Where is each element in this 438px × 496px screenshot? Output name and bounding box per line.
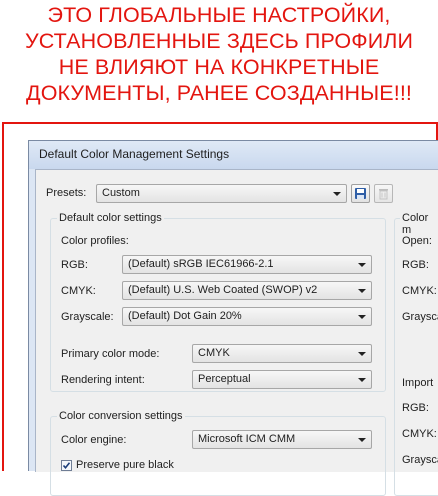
floppy-disk-icon bbox=[355, 188, 366, 199]
presets-label: Presets: bbox=[46, 187, 87, 199]
import-grayscale-label: Graysca bbox=[402, 454, 438, 466]
preserve-pure-black-label: Preserve pure black bbox=[76, 459, 174, 471]
preserve-pure-black-checkbox[interactable] bbox=[61, 460, 72, 471]
rendering-intent-dropdown[interactable]: Perceptual bbox=[192, 370, 372, 389]
rendering-intent-value: Perceptual bbox=[198, 373, 251, 385]
rendering-intent-label: Rendering intent: bbox=[61, 374, 145, 386]
warning-line-3: НЕ ВЛИЯЮТ НА КОНКРЕТНЫЕ bbox=[58, 55, 380, 79]
primary-color-mode-value: CMYK bbox=[198, 347, 230, 359]
dialog-client-area: Presets: Custom Default color settings C… bbox=[35, 169, 438, 496]
chevron-down-icon bbox=[333, 192, 341, 196]
warning-line-2: УСТАНОВЛЕННЫЕ ЗДЕСЬ ПРОФИЛИ bbox=[24, 29, 414, 53]
rgb-label: RGB: bbox=[61, 259, 88, 271]
open-label: Open: bbox=[402, 235, 432, 247]
dialog-title: Default Color Management Settings bbox=[39, 147, 230, 161]
import-label: Import bbox=[402, 377, 434, 389]
color-conversion-settings-group bbox=[50, 416, 386, 496]
cmyk-profile-value: (Default) U.S. Web Coated (SWOP) v2 bbox=[128, 284, 318, 296]
chevron-down-icon bbox=[358, 315, 366, 319]
grayscale-profile-dropdown[interactable]: (Default) Dot Gain 20% bbox=[122, 307, 372, 326]
warning-caption: ЭТО ГЛОБАЛЬНЫЕ НАСТРОЙКИ, УСТАНОВЛЕННЫЕ … bbox=[0, 0, 438, 122]
warning-line-1: ЭТО ГЛОБАЛЬНЫЕ НАСТРОЙКИ, bbox=[47, 3, 391, 27]
save-preset-button[interactable] bbox=[351, 184, 370, 203]
chevron-down-icon bbox=[358, 378, 366, 382]
warning-line-4: ДОКУМЕНТЫ, РАНЕЕ СОЗДАННЫЕ!!! bbox=[26, 81, 412, 105]
cmyk-profile-dropdown[interactable]: (Default) U.S. Web Coated (SWOP) v2 bbox=[122, 281, 372, 300]
default-color-settings-title: Default color settings bbox=[57, 212, 164, 224]
cmyk-label: CMYK: bbox=[61, 285, 96, 297]
rgb-profile-dropdown[interactable]: (Default) sRGB IEC61966-2.1 bbox=[122, 255, 372, 274]
color-profiles-label: Color profiles: bbox=[61, 235, 129, 247]
checkmark-icon bbox=[62, 462, 71, 470]
chevron-down-icon bbox=[358, 438, 366, 442]
grayscale-label: Grayscale: bbox=[61, 311, 114, 323]
title-bar[interactable]: Default Color Management Settings bbox=[29, 141, 438, 169]
color-conversion-settings-title: Color conversion settings bbox=[57, 410, 185, 422]
chevron-down-icon bbox=[358, 263, 366, 267]
primary-color-mode-dropdown[interactable]: CMYK bbox=[192, 344, 372, 363]
dialog-window: Default Color Management Settings Preset… bbox=[28, 140, 438, 496]
import-rgb-label: RGB: bbox=[402, 402, 429, 414]
rgb-profile-value: (Default) sRGB IEC61966-2.1 bbox=[128, 258, 274, 270]
presets-dropdown[interactable]: Custom bbox=[96, 184, 347, 203]
color-engine-label: Color engine: bbox=[61, 434, 127, 446]
presets-value: Custom bbox=[102, 187, 140, 199]
primary-color-mode-label: Primary color mode: bbox=[61, 348, 160, 360]
color-mismatch-title: Color m bbox=[400, 212, 438, 236]
chevron-down-icon bbox=[358, 352, 366, 356]
chevron-down-icon bbox=[358, 289, 366, 293]
open-cmyk-label: CMYK: bbox=[402, 285, 437, 297]
grayscale-profile-value: (Default) Dot Gain 20% bbox=[128, 310, 242, 322]
open-rgb-label: RGB: bbox=[402, 259, 429, 271]
open-grayscale-label: Graysca bbox=[402, 311, 438, 323]
color-engine-value: Microsoft ICM CMM bbox=[198, 433, 296, 445]
trash-icon bbox=[379, 189, 388, 200]
import-cmyk-label: CMYK: bbox=[402, 428, 437, 440]
delete-preset-button[interactable] bbox=[374, 184, 393, 203]
color-engine-dropdown[interactable]: Microsoft ICM CMM bbox=[192, 430, 372, 449]
